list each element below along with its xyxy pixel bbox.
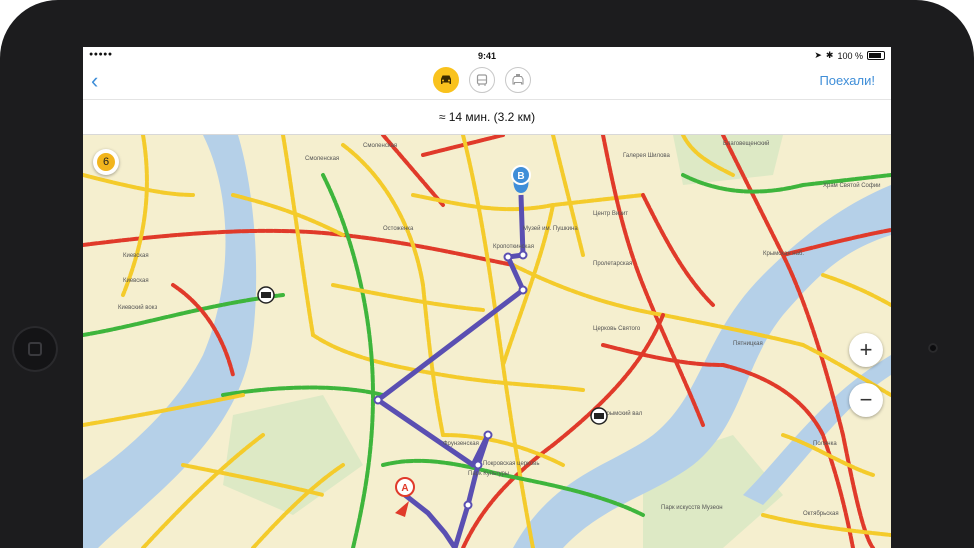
status-right: ➤ ✱ 100 %	[814, 50, 885, 61]
bluetooth-icon: ✱	[825, 50, 834, 60]
mode-bus-button[interactable]	[469, 67, 495, 93]
camera	[928, 343, 938, 353]
zoom-in-button[interactable]: +	[849, 333, 883, 367]
map-label: Покровская церковь	[483, 461, 539, 467]
map-label: Полянка	[813, 441, 837, 447]
map-label: Пролетарская	[593, 261, 632, 267]
traffic-level-badge[interactable]: 6	[93, 149, 119, 175]
map-label: Смоленская	[305, 156, 339, 162]
camera-icon	[590, 407, 608, 425]
map-label: Центр Визит	[593, 211, 628, 217]
status-bar: ●●●●● 9:41 ➤ ✱ 100 %	[83, 47, 891, 65]
map-label: Киевская	[123, 253, 149, 259]
traffic-level: 6	[97, 153, 115, 171]
transport-modes	[433, 67, 531, 93]
map-label: Церковь Святого	[593, 326, 641, 332]
home-button[interactable]	[12, 326, 58, 372]
back-button[interactable]: ‹	[91, 69, 98, 93]
map-label: Крымский вал	[603, 410, 643, 417]
route-node	[373, 395, 383, 405]
map-label: Кропоткинская	[493, 244, 534, 250]
start-label: A	[401, 483, 408, 494]
map-label: Парк искусств Музеон	[661, 505, 723, 511]
map-label: Крымская наб.	[763, 251, 804, 257]
map-label: Октябрьская	[803, 511, 839, 517]
map-canvas[interactable]: Киевская Киевская Киевский вокз Смоленская С…	[83, 133, 891, 548]
location-icon: ➤	[814, 50, 822, 60]
route-node	[518, 250, 528, 260]
map-label: Храм Святой Софии	[823, 182, 881, 189]
map-label: Благовещенский	[723, 140, 769, 147]
map-label: Музей им. Пушкина	[523, 225, 578, 232]
route-node	[483, 430, 493, 440]
route-node	[473, 460, 483, 470]
map-label: Киевский вокз	[118, 304, 157, 311]
battery-icon	[867, 51, 885, 60]
tablet-frame: ●●●●● 9:41 ➤ ✱ 100 % ‹ Поехали! ≈ 14 мин…	[0, 0, 974, 548]
battery-text: 100 %	[837, 50, 863, 61]
status-time: 9:41	[477, 51, 496, 61]
map-label: Пятницкая	[733, 341, 763, 347]
mode-taxi-button[interactable]	[505, 67, 531, 93]
car-icon	[441, 75, 451, 84]
route-eta: ≈ 14 мин. (3.2 км)	[83, 99, 891, 135]
map-label: Галерея Шилова	[623, 153, 671, 159]
map-label: Остоженка	[383, 226, 414, 232]
map-label: Смоленская	[363, 143, 397, 149]
map-label: Парк Культуры	[468, 471, 509, 477]
zoom-out-button[interactable]: −	[849, 383, 883, 417]
mode-car-button[interactable]	[433, 67, 459, 93]
route-node	[503, 252, 513, 262]
camera-icon	[257, 286, 275, 304]
map-view[interactable]: Киевская Киевская Киевский вокз Смоленская С…	[83, 133, 891, 548]
bus-icon	[476, 73, 488, 86]
route-node	[518, 285, 528, 295]
home-square-icon	[28, 342, 42, 356]
end-label: B	[517, 171, 524, 182]
map-label: Киевская	[123, 278, 149, 284]
taxi-icon	[512, 74, 524, 85]
screen: ●●●●● 9:41 ➤ ✱ 100 % ‹ Поехали! ≈ 14 мин…	[83, 47, 891, 548]
go-button[interactable]: Поехали!	[819, 73, 875, 88]
map-label: Фрунзенская	[443, 441, 479, 447]
nav-bar: ‹ Поехали!	[83, 65, 891, 99]
route-node	[463, 500, 473, 510]
